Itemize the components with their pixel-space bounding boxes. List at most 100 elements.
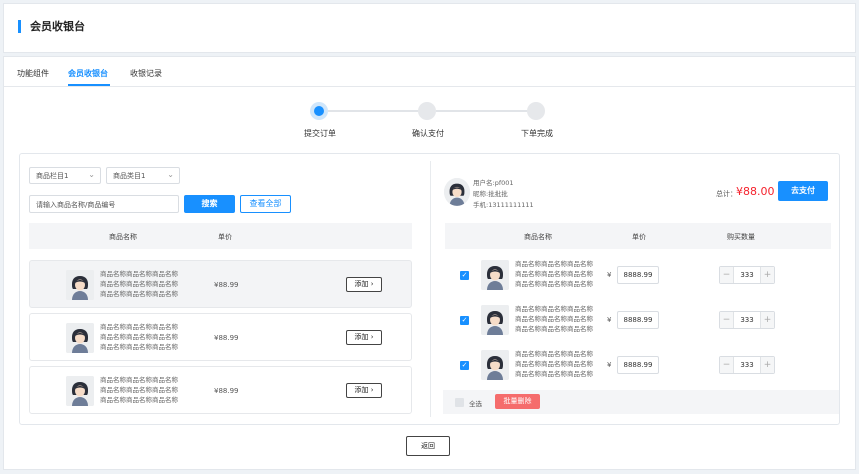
check-icon: ✓ — [461, 361, 468, 369]
product-image — [66, 376, 94, 406]
step-2-indicator — [418, 102, 436, 120]
product-table-header: 商品名称 单价 — [29, 223, 412, 249]
main-card: 功能组件 会员收银台 收银记录 提交订单 确认支付 下单完成 商品栏目1 ⌄ 商… — [3, 56, 856, 470]
cart-footer: 全选 批量删除 — [443, 390, 839, 414]
quantity-stepper: − 333 + — [719, 266, 775, 284]
member-avatar — [444, 178, 470, 206]
cart-table-header: 商品名称 单价 购买数量 — [445, 223, 831, 249]
add-button[interactable]: 添加 › — [346, 277, 382, 292]
product-name: 商品名称商品名称商品名称商品名称商品名称商品名称商品名称商品名称商品名称 — [100, 376, 178, 404]
step-1-label: 提交订单 — [304, 129, 336, 138]
quantity-value[interactable]: 333 — [734, 267, 760, 283]
currency-symbol: ¥ — [607, 361, 612, 369]
member-username: 用户名:pf001 — [473, 179, 514, 187]
step-connector-1 — [328, 110, 426, 112]
row-checkbox[interactable]: ✓ — [460, 361, 469, 370]
category-select-value: 商品类目1 — [113, 172, 146, 180]
cart-row: ✓ 商品名称商品名称商品名称商品名称商品名称商品名称商品名称商品名称商品名称 ¥… — [445, 345, 831, 389]
cart-col-name: 商品名称 — [524, 233, 552, 241]
cart-product-name: 商品名称商品名称商品名称商品名称商品名称商品名称商品名称商品名称商品名称 — [515, 260, 593, 288]
price-input[interactable]: 8888.99 — [617, 356, 659, 374]
total-label: 总计： — [716, 190, 737, 198]
tab-cashier[interactable]: 会员收银台 — [68, 68, 108, 79]
cart-col-qty: 购买数量 — [727, 233, 755, 241]
product-col-name: 商品名称 — [109, 233, 137, 241]
product-row: 商品名称商品名称商品名称商品名称商品名称商品名称商品名称商品名称商品名称 ¥88… — [29, 260, 412, 308]
quantity-stepper: − 333 + — [719, 356, 775, 374]
back-button[interactable]: 返回 — [406, 436, 450, 456]
tab-records[interactable]: 收银记录 — [130, 68, 162, 79]
decrement-button[interactable]: − — [720, 267, 734, 283]
product-price: ¥88.99 — [214, 387, 239, 395]
step-2-label: 确认支付 — [412, 129, 444, 138]
batch-delete-button[interactable]: 批量删除 — [495, 394, 540, 409]
check-icon: ✓ — [461, 316, 468, 324]
search-input[interactable]: 请输入商品名称/商品编号 — [29, 195, 179, 213]
chevron-right-icon: › — [370, 333, 374, 341]
step-connector-2 — [436, 110, 528, 112]
price-input[interactable]: 8888.99 — [617, 311, 659, 329]
step-3-label: 下单完成 — [521, 129, 553, 138]
view-all-button[interactable]: 查看全部 — [240, 195, 291, 213]
quantity-value[interactable]: 333 — [734, 312, 760, 328]
product-name: 商品名称商品名称商品名称商品名称商品名称商品名称商品名称商品名称商品名称 — [100, 323, 178, 351]
check-icon: ✓ — [461, 271, 468, 279]
tabs-divider — [4, 86, 855, 87]
product-image — [66, 270, 94, 300]
select-all-checkbox[interactable] — [455, 398, 464, 407]
product-price: ¥88.99 — [214, 334, 239, 342]
chevron-down-icon: ⌄ — [88, 170, 95, 179]
cart-product-name: 商品名称商品名称商品名称商品名称商品名称商品名称商品名称商品名称商品名称 — [515, 305, 593, 333]
tab-components[interactable]: 功能组件 — [17, 68, 49, 79]
add-button[interactable]: 添加 › — [346, 330, 382, 345]
cart-product-name: 商品名称商品名称商品名称商品名称商品名称商品名称商品名称商品名称商品名称 — [515, 350, 593, 378]
row-checkbox[interactable]: ✓ — [460, 271, 469, 280]
add-button-label: 添加 — [354, 386, 369, 394]
cart-row: ✓ 商品名称商品名称商品名称商品名称商品名称商品名称商品名称商品名称商品名称 ¥… — [445, 255, 831, 299]
column-select-value: 商品栏目1 — [36, 172, 69, 180]
search-placeholder: 请输入商品名称/商品编号 — [36, 201, 116, 209]
total-value: ¥88.00 — [736, 185, 775, 198]
currency-symbol: ¥ — [607, 271, 612, 279]
cart-product-image — [481, 305, 509, 335]
currency-symbol: ¥ — [607, 316, 612, 324]
step-3-indicator — [527, 102, 545, 120]
quantity-value[interactable]: 333 — [734, 357, 760, 373]
cart-product-image — [481, 350, 509, 380]
chevron-down-icon: ⌄ — [167, 170, 174, 179]
decrement-button[interactable]: − — [720, 312, 734, 328]
column-select[interactable]: 商品栏目1 ⌄ — [29, 167, 101, 184]
chevron-right-icon: › — [370, 280, 374, 288]
price-input[interactable]: 8888.99 — [617, 266, 659, 284]
add-button[interactable]: 添加 › — [346, 383, 382, 398]
quantity-stepper: − 333 + — [719, 311, 775, 329]
header-card: 会员收银台 — [3, 3, 856, 53]
select-all-label: 全选 — [469, 400, 482, 408]
page-title: 会员收银台 — [30, 20, 85, 33]
member-nickname: 昵称:批批批 — [473, 190, 508, 198]
product-col-price: 单价 — [218, 233, 232, 241]
decrement-button[interactable]: − — [720, 357, 734, 373]
product-row: 商品名称商品名称商品名称商品名称商品名称商品名称商品名称商品名称商品名称 ¥88… — [29, 313, 412, 361]
chevron-right-icon: › — [370, 386, 374, 394]
cart-row: ✓ 商品名称商品名称商品名称商品名称商品名称商品名称商品名称商品名称商品名称 ¥… — [445, 300, 831, 344]
product-name: 商品名称商品名称商品名称商品名称商品名称商品名称商品名称商品名称商品名称 — [100, 270, 178, 298]
product-row: 商品名称商品名称商品名称商品名称商品名称商品名称商品名称商品名称商品名称 ¥88… — [29, 366, 412, 414]
product-image — [66, 323, 94, 353]
search-button[interactable]: 搜索 — [184, 195, 235, 213]
title-accent-bar — [18, 20, 21, 33]
pay-button[interactable]: 去支付 — [778, 181, 828, 201]
increment-button[interactable]: + — [760, 267, 774, 283]
cart-col-price: 单价 — [632, 233, 646, 241]
add-button-label: 添加 — [354, 333, 369, 341]
cart-product-image — [481, 260, 509, 290]
member-phone: 手机:13111111111 — [473, 201, 534, 209]
increment-button[interactable]: + — [760, 357, 774, 373]
panel-divider — [430, 161, 431, 417]
increment-button[interactable]: + — [760, 312, 774, 328]
category-select[interactable]: 商品类目1 ⌄ — [106, 167, 180, 184]
product-price: ¥88.99 — [214, 281, 239, 289]
add-button-label: 添加 — [354, 280, 369, 288]
row-checkbox[interactable]: ✓ — [460, 316, 469, 325]
step-1-indicator — [310, 102, 328, 120]
